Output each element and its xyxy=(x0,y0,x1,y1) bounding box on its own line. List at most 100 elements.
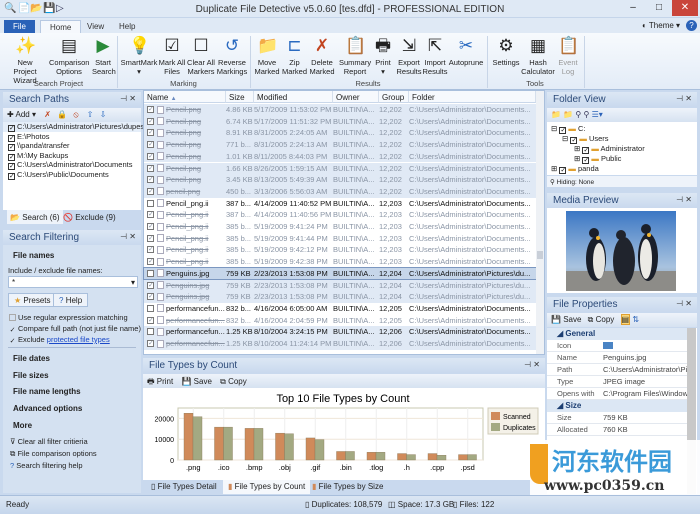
move-up-icon[interactable]: ⇧ xyxy=(87,110,94,119)
grid-scrollbar[interactable] xyxy=(536,91,544,354)
table-row[interactable]: ✓ pencil.png 450 b... 3/13/2006 5:56:03 AM B… xyxy=(144,185,536,198)
checkbox[interactable]: ✓ xyxy=(8,125,15,132)
section-more[interactable]: More xyxy=(13,421,32,430)
row-checkbox[interactable] xyxy=(147,199,154,207)
lock-icon[interactable]: 🔒 xyxy=(57,110,67,119)
export-results-button[interactable]: ⇲ Export Results xyxy=(396,36,422,76)
exclude-protected-checkbox[interactable]: ✓ Exclude protected file types xyxy=(9,335,110,346)
row-checkbox[interactable]: ✓ xyxy=(147,152,154,160)
row-checkbox[interactable]: ✓ xyxy=(147,258,154,266)
view-options-icon[interactable]: ☰▾ xyxy=(592,110,603,119)
column-header-name[interactable]: Name ▲ xyxy=(144,91,226,103)
find-icon[interactable]: ⚲ ⚲ xyxy=(575,110,589,119)
presets-button[interactable]: ★ Presets xyxy=(8,293,57,307)
table-row[interactable]: ✓ Pencil.png 1.66 KB 8/26/2005 1:59:15 AM BU… xyxy=(144,162,536,175)
tab-help[interactable]: Help xyxy=(110,20,144,34)
table-row[interactable]: Penguins.jpg 759 KB 2/23/2013 1:53:08 PM BU… xyxy=(143,266,537,281)
row-checkbox[interactable] xyxy=(147,269,154,277)
row-checkbox[interactable] xyxy=(147,328,154,336)
new-project-wizard-button[interactable]: ✨ New Project Wizard xyxy=(6,36,44,85)
table-row[interactable]: ✓ Pencil.png 3.45 KB 8/13/2005 5:49:39 AM BU… xyxy=(144,174,536,186)
tab-file-types-detail[interactable]: ▯ File Types Detail xyxy=(146,480,222,494)
row-checkbox[interactable] xyxy=(147,304,154,312)
copy-button[interactable]: ⧉ Copy xyxy=(220,377,247,386)
tree-node-administrator[interactable]: ⊞ ✓ ▬ Administrator xyxy=(574,144,645,154)
file-pattern-input[interactable]: * ▾ xyxy=(8,276,138,288)
table-row[interactable]: Pencil_png.ii 387 b... 4/14/2009 11:40:52 … xyxy=(144,198,536,210)
checkbox[interactable]: ✓ xyxy=(8,172,15,180)
column-header-modified[interactable]: Modified xyxy=(254,91,333,103)
table-row[interactable]: ✓ Pencil.png 8.91 KB 8/31/2005 2:24:05 AM BU… xyxy=(144,127,536,140)
row-checkbox[interactable]: ✓ xyxy=(147,129,154,137)
filtering-help-link[interactable]: ? Search filtering help xyxy=(10,461,83,470)
start-search-button[interactable]: ▶ Start Search xyxy=(92,36,116,76)
clear-filter-link[interactable]: ⊽ Clear all filter critieria xyxy=(10,437,88,446)
minimize-button[interactable]: – xyxy=(620,0,646,16)
search-path-item[interactable]: ✓ C:\Users\Administrator\Pictures\dupes xyxy=(3,122,144,132)
mark-all-files-button[interactable]: ☑ Mark All Files xyxy=(158,36,186,76)
row-checkbox[interactable]: ✓ xyxy=(147,234,154,242)
section-file-names[interactable]: File names xyxy=(13,251,54,260)
table-row[interactable]: ✓ Penguins.jpg 759 KB 2/23/2013 1:53:08 PM B… xyxy=(144,291,536,303)
pin-close-icon[interactable]: ⊣ ✕ xyxy=(120,94,136,103)
search-path-item[interactable]: ✓ C:\Users\Administrator\Documents xyxy=(3,160,141,170)
row-checkbox[interactable]: ✓ xyxy=(147,187,154,195)
autoprune-button[interactable]: ✂ Autoprune xyxy=(448,36,484,67)
row-checkbox[interactable]: ✓ xyxy=(147,106,154,113)
row-checkbox[interactable]: ✓ xyxy=(147,164,154,172)
event-log-button[interactable]: 📋 Event Log xyxy=(555,36,581,76)
section-file-sizes[interactable]: File sizes xyxy=(13,371,49,380)
column-header-size[interactable]: Size xyxy=(226,91,254,103)
settings-button[interactable]: ⚙ Settings xyxy=(490,36,522,67)
row-checkbox[interactable]: ✓ xyxy=(147,293,154,301)
print-button[interactable]: 🖶 Print ▾ xyxy=(372,36,394,76)
table-row[interactable]: ✓ Pencil.png 4.86 KB 5/17/2009 11:53:02 PM B… xyxy=(144,104,536,116)
help-button[interactable]: ? Help xyxy=(53,293,89,307)
tab-exclude[interactable]: 🚫 Exclude (9) xyxy=(63,213,116,222)
property-row[interactable]: Allocated 760 KB xyxy=(547,424,687,436)
tab-search[interactable]: 📂 Search (6) xyxy=(7,210,63,224)
property-row[interactable]: Opens with C:\Program Files\Windows Photo… xyxy=(547,388,687,400)
row-checkbox[interactable]: ✓ xyxy=(147,246,154,254)
table-row[interactable]: ✓ Penguins.jpg 759 KB 2/23/2013 1:53:08 PM B… xyxy=(144,279,536,292)
comparison-options-link[interactable]: ⧉ File comparison options xyxy=(10,449,97,459)
row-checkbox[interactable]: ✓ xyxy=(147,223,154,230)
tab-file-types-by-size[interactable]: ▮ File Types by Size xyxy=(307,480,388,494)
table-row[interactable]: ✓ Pencil_png.ii 385 b... 5/19/2009 9:42:12 … xyxy=(144,244,536,256)
property-row[interactable]: Icon xyxy=(547,340,687,352)
table-row[interactable]: performancefun... 832 b... 4/16/2004 6:05:… xyxy=(144,303,536,315)
close-button[interactable]: ✕ xyxy=(672,0,698,16)
zip-marked-button[interactable]: ⊏ Zip Marked xyxy=(281,36,308,76)
checkbox[interactable]: ✓ xyxy=(8,144,15,151)
move-down-icon[interactable]: ⇩ xyxy=(100,110,107,119)
section-file-dates[interactable]: File dates xyxy=(13,354,50,363)
section-advanced-options[interactable]: Advanced options xyxy=(13,404,82,413)
folder-remove-icon[interactable]: 📁 xyxy=(563,110,573,119)
property-row[interactable]: Type JPEG image xyxy=(547,376,687,388)
add-button[interactable]: ✚ Add ▾ xyxy=(7,110,36,119)
import-results-button[interactable]: ⇱ Import Results xyxy=(422,36,448,76)
full-path-checkbox[interactable]: ✓ Compare full path (not just file name) xyxy=(9,324,141,335)
regex-checkbox[interactable]: Use regular expression matching xyxy=(9,313,128,322)
reverse-markings-button[interactable]: ↺ Reverse Markings xyxy=(216,36,248,76)
table-row[interactable]: ✓ performancefun... 1.25 KB 8/10/2004 11:24… xyxy=(144,338,536,350)
delete-marked-button[interactable]: ✗ Delete Marked xyxy=(308,36,336,76)
tree-node-users[interactable]: ⊟ ✓ ▬ Users xyxy=(562,134,609,144)
help-icon[interactable]: ? xyxy=(686,20,697,31)
checkbox[interactable]: ✓ xyxy=(8,163,15,170)
theme-button[interactable]: ◐ Theme ▾ xyxy=(642,21,680,30)
block-icon[interactable]: ⦸ xyxy=(73,110,78,119)
table-row[interactable]: ✓ Pencil_png.ii 385 b... 5/19/2009 9:41:24 … xyxy=(144,221,536,233)
tab-file[interactable]: File xyxy=(4,20,35,34)
remove-icon[interactable]: ✗ xyxy=(44,110,51,119)
property-row[interactable]: Path C:\Users\Administrator\Pictures\dupe… xyxy=(547,364,687,376)
search-path-item[interactable]: ✓ C:\Users\Public\Documents xyxy=(3,170,141,180)
tree-node-panda[interactable]: ⊞ ✓ ▬ panda xyxy=(551,164,599,174)
pin-close-icon[interactable]: ⊣ ✕ xyxy=(120,232,136,241)
move-marked-button[interactable]: 📁 Move Marked xyxy=(253,36,281,76)
table-row[interactable]: ✓ Pencil_png.ii 385 b... 5/19/2009 9:42:38 … xyxy=(144,256,536,268)
category-size[interactable]: ◢ Size xyxy=(547,400,687,412)
print-button[interactable]: 🖶 Print xyxy=(147,377,173,386)
column-header-group[interactable]: Group xyxy=(379,91,409,103)
search-path-item[interactable]: ✓ M:\My Backups xyxy=(3,151,141,161)
